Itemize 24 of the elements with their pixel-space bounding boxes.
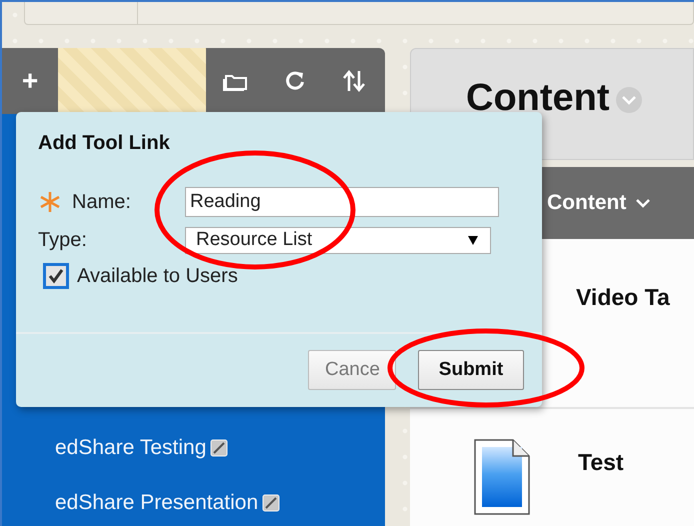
content-item-title[interactable]: Video Ta — [576, 284, 670, 311]
checkbox[interactable] — [43, 263, 69, 289]
content-menu-button[interactable]: Content — [547, 191, 650, 215]
refresh-icon — [284, 70, 306, 92]
dropdown-arrow-icon — [468, 236, 478, 244]
type-dropdown[interactable]: Resource List — [185, 226, 491, 254]
content-item-title[interactable]: Test — [578, 449, 624, 476]
submit-button[interactable]: Submit — [418, 350, 524, 390]
name-input-field[interactable]: Reading — [185, 187, 499, 217]
check-icon — [47, 268, 65, 284]
sort-icon — [342, 69, 366, 93]
course-menu-link[interactable]: edShare Presentation — [55, 490, 258, 514]
field-label: Name: — [72, 190, 131, 214]
page-title: Content — [466, 79, 610, 117]
checkbox-label: Available to Users — [77, 264, 238, 288]
document-icon — [474, 439, 530, 515]
hidden-status-icon — [262, 494, 280, 512]
add-button[interactable]: + — [2, 48, 58, 114]
cancel-button[interactable]: Cance — [308, 350, 396, 390]
chevron-down-icon — [636, 198, 650, 208]
field-label: Type: — [38, 228, 87, 252]
dialog-title: Add Tool Link — [38, 132, 171, 155]
course-menu-link[interactable]: edShare Testing — [55, 436, 206, 460]
hidden-status-icon — [210, 438, 228, 456]
